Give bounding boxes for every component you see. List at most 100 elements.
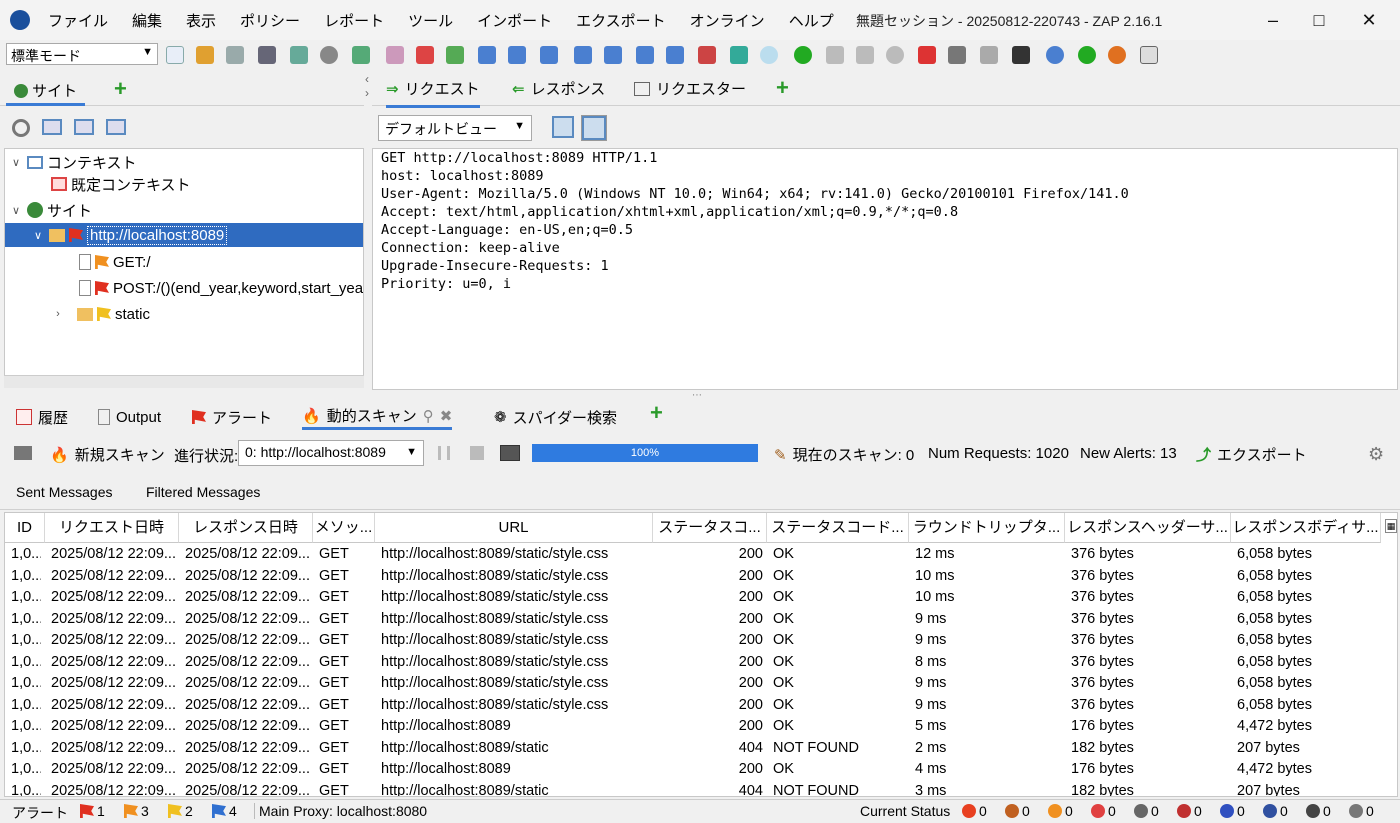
close-icon[interactable]: ✖	[440, 407, 453, 425]
tab-sent-messages[interactable]: Sent Messages	[16, 484, 113, 500]
column-header[interactable]: URL	[375, 513, 653, 543]
tree-node-default-context[interactable]: 既定コンテキスト	[51, 173, 191, 195]
menu-report[interactable]: レポート	[312, 8, 396, 33]
request-text-area[interactable]: GET http://localhost:8089 HTTP/1.1 host: …	[372, 148, 1398, 390]
menu-edit[interactable]: 編集	[120, 8, 174, 33]
addon-icon[interactable]	[698, 46, 716, 64]
tab-history[interactable]: 履歴	[16, 404, 68, 430]
column-header[interactable]: ステータスコード...	[767, 513, 909, 543]
fuzzer-icon[interactable]	[980, 46, 998, 64]
table-row[interactable]: 1,0... 2025/08/12 22:09... 2025/08/12 22:0…	[5, 695, 1397, 717]
open-session-icon[interactable]	[196, 46, 214, 64]
keyboard-icon[interactable]	[948, 46, 966, 64]
tree-node-get-root[interactable]: GET:/	[79, 251, 151, 273]
stop-icon[interactable]	[470, 446, 484, 460]
target-icon[interactable]	[12, 119, 30, 137]
layout-7-icon[interactable]	[666, 46, 684, 64]
pin-icon[interactable]: ⚲	[423, 407, 434, 425]
menu-file[interactable]: ファイル	[36, 8, 120, 33]
break-icon[interactable]	[918, 46, 936, 64]
menu-export[interactable]: エクスポート	[564, 8, 678, 33]
tree-node-host[interactable]: ∨ http://localhost:8089	[5, 223, 363, 247]
tree-node-sites[interactable]: ∨ サイト	[9, 199, 92, 221]
launch-browser-icon[interactable]	[1078, 46, 1096, 64]
export-icon[interactable]	[352, 46, 370, 64]
tree-horizontal-scrollbar[interactable]	[4, 375, 364, 388]
table-row[interactable]: 1,0... 2025/08/12 22:09... 2025/08/12 22:0…	[5, 738, 1397, 760]
import-context-icon[interactable]	[74, 119, 94, 135]
gear-icon[interactable]: ⚙	[1368, 444, 1384, 465]
menu-online[interactable]: オンライン	[678, 8, 777, 33]
hud-icon[interactable]	[1012, 46, 1030, 64]
menu-help[interactable]: ヘルプ	[777, 8, 846, 33]
tab-active-scan[interactable]: 🔥 動的スキャン ⚲ ✖	[302, 404, 453, 430]
scan-target-select[interactable]: 0: http://localhost:8089 ▼	[238, 440, 424, 466]
session-properties-icon[interactable]	[290, 46, 308, 64]
tab-filtered-messages[interactable]: Filtered Messages	[146, 484, 260, 500]
export-button[interactable]: ⤴ エクスポート	[1196, 444, 1307, 465]
table-row[interactable]: 1,0... 2025/08/12 22:09... 2025/08/12 22:0…	[5, 630, 1397, 652]
column-header[interactable]: メソッ...	[313, 513, 375, 543]
firefox-icon[interactable]	[1108, 46, 1126, 64]
tree-node-post-root[interactable]: POST:/()(end_year,keyword,start_year)	[79, 277, 363, 299]
table-row[interactable]: 1,0... 2025/08/12 22:09... 2025/08/12 22:0…	[5, 652, 1397, 674]
column-header[interactable]: ラウンドトリップタ...	[909, 513, 1065, 543]
scan-policy-icon[interactable]	[14, 446, 32, 460]
layout-3-icon[interactable]	[540, 46, 558, 64]
step-icon[interactable]	[826, 46, 844, 64]
snapshot-icon[interactable]	[258, 46, 276, 64]
add-tab-icon[interactable]: +	[650, 400, 663, 426]
layout-5-icon[interactable]	[604, 46, 622, 64]
export-context-icon[interactable]	[106, 119, 126, 135]
current-scans[interactable]: ✎ 現在のスキャン: 0	[774, 444, 914, 465]
table-row[interactable]: 1,0... 2025/08/12 22:09... 2025/08/12 22:0…	[5, 759, 1397, 781]
script-icon[interactable]	[730, 46, 748, 64]
stop-icon[interactable]	[886, 46, 904, 64]
tab-alerts[interactable]: アラート	[192, 404, 272, 430]
mode-select[interactable]: 標準モード ▼	[6, 43, 158, 65]
minimize-button[interactable]: –	[1250, 0, 1296, 40]
column-header[interactable]: レスポンスボディサ...	[1231, 513, 1381, 543]
split-horizontal-icon[interactable]	[552, 116, 574, 138]
delete-icon[interactable]	[416, 46, 434, 64]
tab-requester[interactable]: リクエスター	[634, 78, 746, 99]
menu-policy[interactable]: ポリシー	[228, 8, 312, 33]
split-vertical-icon[interactable]	[581, 115, 607, 141]
monitor-icon[interactable]	[500, 445, 520, 461]
collapse-arrows-icon[interactable]: ‹ ›	[365, 72, 369, 100]
table-row[interactable]: 1,0... 2025/08/12 22:09... 2025/08/12 22:0…	[5, 609, 1397, 631]
table-row[interactable]: 1,0... 2025/08/12 22:09... 2025/08/12 22:0…	[5, 544, 1397, 566]
tab-spider[interactable]: ❁ スパイダー検索	[494, 404, 617, 430]
table-row[interactable]: 1,0... 2025/08/12 22:09... 2025/08/12 22:0…	[5, 716, 1397, 738]
help-icon[interactable]	[1046, 46, 1064, 64]
tab-output[interactable]: Output	[98, 404, 161, 430]
column-header[interactable]: レスポンス日時	[179, 513, 313, 543]
view-select[interactable]: デフォルトビュー ▼	[378, 115, 532, 141]
tab-request[interactable]: ⇒ リクエスト	[386, 78, 480, 108]
new-context-icon[interactable]	[42, 119, 62, 135]
table-row[interactable]: 1,0... 2025/08/12 22:09... 2025/08/12 22:0…	[5, 673, 1397, 695]
proxy-icon[interactable]	[446, 46, 464, 64]
table-row[interactable]: 1,0... 2025/08/12 22:09... 2025/08/12 22:0…	[5, 781, 1397, 797]
tree-node-contexts[interactable]: ∨ コンテキスト	[9, 151, 137, 173]
notes-icon[interactable]	[1140, 46, 1158, 64]
tab-response[interactable]: ⇐ レスポンス	[512, 78, 605, 99]
tab-sites[interactable]: サイト	[6, 76, 86, 106]
menu-tools[interactable]: ツール	[396, 8, 465, 33]
layout-2-icon[interactable]	[508, 46, 526, 64]
close-button[interactable]: ✕	[1346, 0, 1392, 40]
add-tab-icon[interactable]: +	[114, 76, 127, 102]
add-tab-icon[interactable]: +	[776, 75, 789, 101]
column-header[interactable]: ID	[5, 513, 45, 543]
new-scan-button[interactable]: 🔥 新規スキャン	[50, 444, 165, 465]
gear-icon[interactable]	[320, 46, 338, 64]
column-header[interactable]: レスポンスヘッダーサ...	[1065, 513, 1231, 543]
layout-1-icon[interactable]	[478, 46, 496, 64]
play-icon[interactable]	[794, 46, 812, 64]
continue-icon[interactable]	[856, 46, 874, 64]
table-row[interactable]: 1,0... 2025/08/12 22:09... 2025/08/12 22:0…	[5, 566, 1397, 588]
menu-import[interactable]: インポート	[465, 8, 564, 33]
save-session-icon[interactable]	[226, 46, 244, 64]
layout-6-icon[interactable]	[636, 46, 654, 64]
maximize-button[interactable]: □	[1296, 0, 1342, 40]
